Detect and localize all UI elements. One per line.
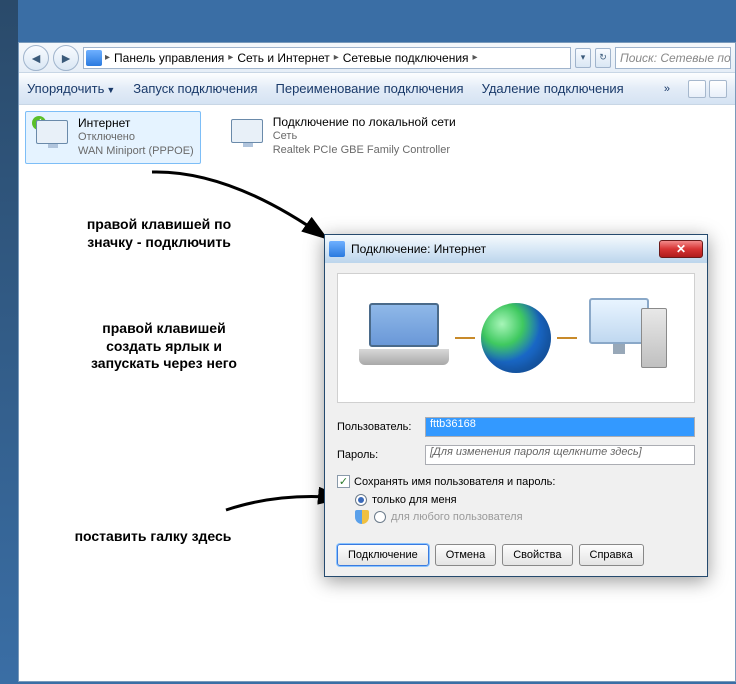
- chevron-icon: ▸: [472, 52, 479, 63]
- toolbar-overflow[interactable]: »: [664, 83, 670, 95]
- annotation-3: поставить галку здесь: [38, 528, 268, 546]
- app-icon: [329, 241, 345, 257]
- illustration: [337, 273, 695, 403]
- crumb-control-panel[interactable]: Панель управления: [111, 51, 227, 65]
- save-credentials-checkbox[interactable]: ✓: [337, 475, 350, 488]
- folder-icon: [86, 50, 102, 66]
- chevron-icon: ▸: [104, 52, 111, 63]
- chevron-icon: ▸: [333, 52, 340, 63]
- any-user-radio: [374, 511, 386, 523]
- user-label: Пользователь:: [337, 421, 425, 433]
- annotation-2: правой клавишейсоздать ярлык изапускать …: [54, 320, 274, 373]
- connection-lan[interactable]: Подключение по локальной сети Сеть Realt…: [221, 111, 462, 164]
- organize-menu[interactable]: Упорядочить▼: [27, 81, 115, 96]
- save-credentials-label: Сохранять имя пользователя и пароль:: [354, 476, 555, 488]
- toolbar: Упорядочить▼ Запуск подключения Переимен…: [19, 73, 735, 105]
- annotation-1: правой клавишей позначку - подключить: [54, 216, 264, 251]
- address-bar[interactable]: ▸ Панель управления ▸ Сеть и Интернет ▸ …: [83, 47, 571, 69]
- desktop-icon: [583, 298, 673, 378]
- shield-icon: [355, 510, 369, 524]
- forward-button[interactable]: ►: [53, 45, 79, 71]
- connection-dialog: Подключение: Интернет ✕ Пользователь: ft…: [324, 234, 708, 577]
- nav-row: ◄ ► ▸ Панель управления ▸ Сеть и Интерне…: [19, 43, 735, 73]
- connection-device: WAN Miniport (PPPOE): [78, 145, 194, 159]
- username-input[interactable]: fttb36168: [425, 417, 695, 437]
- close-button[interactable]: ✕: [659, 240, 703, 258]
- start-connection-button[interactable]: Запуск подключения: [133, 81, 257, 96]
- globe-icon: [481, 303, 551, 373]
- only-me-radio[interactable]: [355, 494, 367, 506]
- any-user-label: для любого пользователя: [391, 511, 523, 523]
- refresh-icon[interactable]: ↻: [595, 48, 611, 68]
- connect-button[interactable]: Подключение: [337, 544, 429, 566]
- connection-status: Сеть: [273, 130, 456, 144]
- properties-button[interactable]: Свойства: [502, 544, 572, 566]
- help-button[interactable]: Справка: [579, 544, 644, 566]
- laptop-icon: [359, 303, 449, 373]
- crumb-network[interactable]: Сеть и Интернет: [234, 51, 332, 65]
- dialog-title: Подключение: Интернет: [351, 242, 659, 256]
- view-icons: [688, 80, 727, 98]
- refresh-button[interactable]: ▾: [575, 48, 591, 68]
- chevron-icon: ▸: [227, 52, 234, 63]
- cancel-button[interactable]: Отмена: [435, 544, 496, 566]
- titlebar[interactable]: Подключение: Интернет ✕: [325, 235, 707, 263]
- connection-internet[interactable]: ✓ Интернет Отключено WAN Miniport (PPPOE…: [25, 111, 201, 164]
- only-me-label: только для меня: [372, 494, 457, 506]
- password-label: Пароль:: [337, 449, 425, 461]
- delete-connection-button[interactable]: Удаление подключения: [482, 81, 624, 96]
- search-input[interactable]: Поиск: Сетевые под: [615, 47, 731, 69]
- connection-title: Интернет: [78, 116, 194, 131]
- help-button[interactable]: [709, 80, 727, 98]
- connection-status: Отключено: [78, 131, 194, 145]
- connections-list: ✓ Интернет Отключено WAN Miniport (PPPOE…: [19, 105, 735, 170]
- connection-icon: ✓: [32, 116, 72, 156]
- desktop-background: [0, 0, 18, 684]
- crumb-connections[interactable]: Сетевые подключения: [340, 51, 472, 65]
- back-button[interactable]: ◄: [23, 45, 49, 71]
- connection-icon: [227, 115, 267, 155]
- view-button[interactable]: [688, 80, 706, 98]
- connection-title: Подключение по локальной сети: [273, 115, 456, 130]
- rename-connection-button[interactable]: Переименование подключения: [276, 81, 464, 96]
- password-input[interactable]: [Для изменения пароля щелкните здесь]: [425, 445, 695, 465]
- connection-device: Realtek PCIe GBE Family Controller: [273, 144, 456, 158]
